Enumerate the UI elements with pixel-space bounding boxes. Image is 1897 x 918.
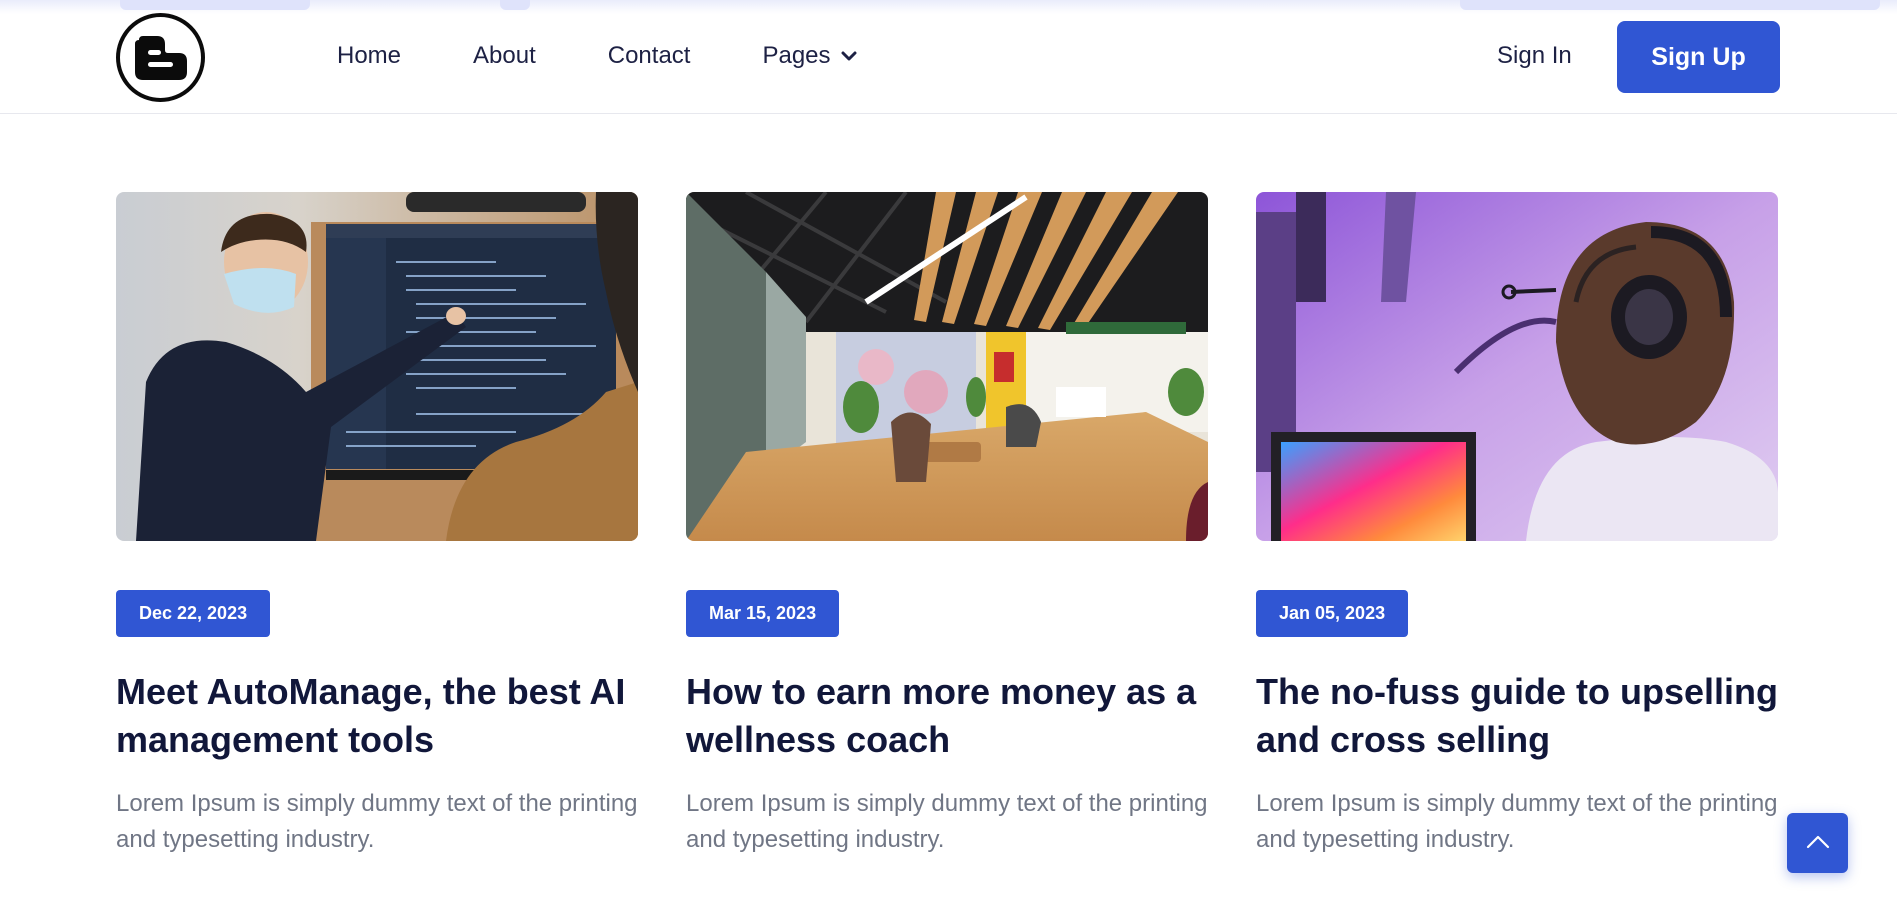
post-description: Lorem Ipsum is simply dummy text of the … <box>1256 790 1778 853</box>
nav-home-link[interactable]: Home <box>337 38 401 74</box>
post-description: Lorem Ipsum is simply dummy text of the … <box>116 790 638 853</box>
blog-card: Dec 22, 2023 Meet AutoManage, the best A… <box>116 192 638 853</box>
man-with-headphones-at-laptop-photo <box>1256 192 1778 541</box>
office-lounge-interior-photo <box>686 192 1208 541</box>
main-nav: Home About Contact Pages <box>337 38 929 74</box>
post-title-link[interactable]: Meet AutoManage, the best AI management … <box>116 668 638 764</box>
back-to-top-button[interactable] <box>1787 813 1848 873</box>
post-title-link[interactable]: How to earn more money as a wellness coa… <box>686 668 1208 764</box>
blog-card: Jan 05, 2023 The no-fuss guide to upsell… <box>1256 192 1778 853</box>
sign-in-link[interactable]: Sign In <box>1497 38 1572 74</box>
site-header: Home About Contact Pages Sign In Sign Up <box>0 0 1897 114</box>
sign-up-button[interactable]: Sign Up <box>1617 21 1780 93</box>
chevron-up-icon <box>1806 835 1830 852</box>
nav-about-link[interactable]: About <box>473 38 536 74</box>
post-date-badge[interactable]: Mar 15, 2023 <box>686 590 840 637</box>
nav-contact-link[interactable]: Contact <box>608 38 691 74</box>
blog-card-image-link[interactable] <box>686 192 1208 541</box>
nav-pages-label: Pages <box>762 42 831 69</box>
blogger-b-logo-icon <box>134 35 187 80</box>
nav-home-label: Home <box>337 42 402 69</box>
post-date-badge[interactable]: Jan 05, 2023 <box>1256 590 1409 637</box>
post-date-badge[interactable]: Dec 22, 2023 <box>116 590 271 637</box>
nav-about-label: About <box>473 42 536 69</box>
chevron-down-icon <box>841 51 857 62</box>
nav-pages-dropdown[interactable]: Pages <box>762 38 857 74</box>
blog-card: Mar 15, 2023 How to earn more money as a… <box>686 192 1208 853</box>
post-description: Lorem Ipsum is simply dummy text of the … <box>686 790 1208 853</box>
post-title-link[interactable]: The no-fuss guide to upselling and cross… <box>1256 668 1778 764</box>
logo-link[interactable] <box>116 13 205 102</box>
blog-card-image-link[interactable] <box>1256 192 1778 541</box>
nav-contact-label: Contact <box>607 42 691 69</box>
person-presenting-code-screen-photo <box>116 192 638 541</box>
blog-card-image-link[interactable] <box>116 192 638 541</box>
